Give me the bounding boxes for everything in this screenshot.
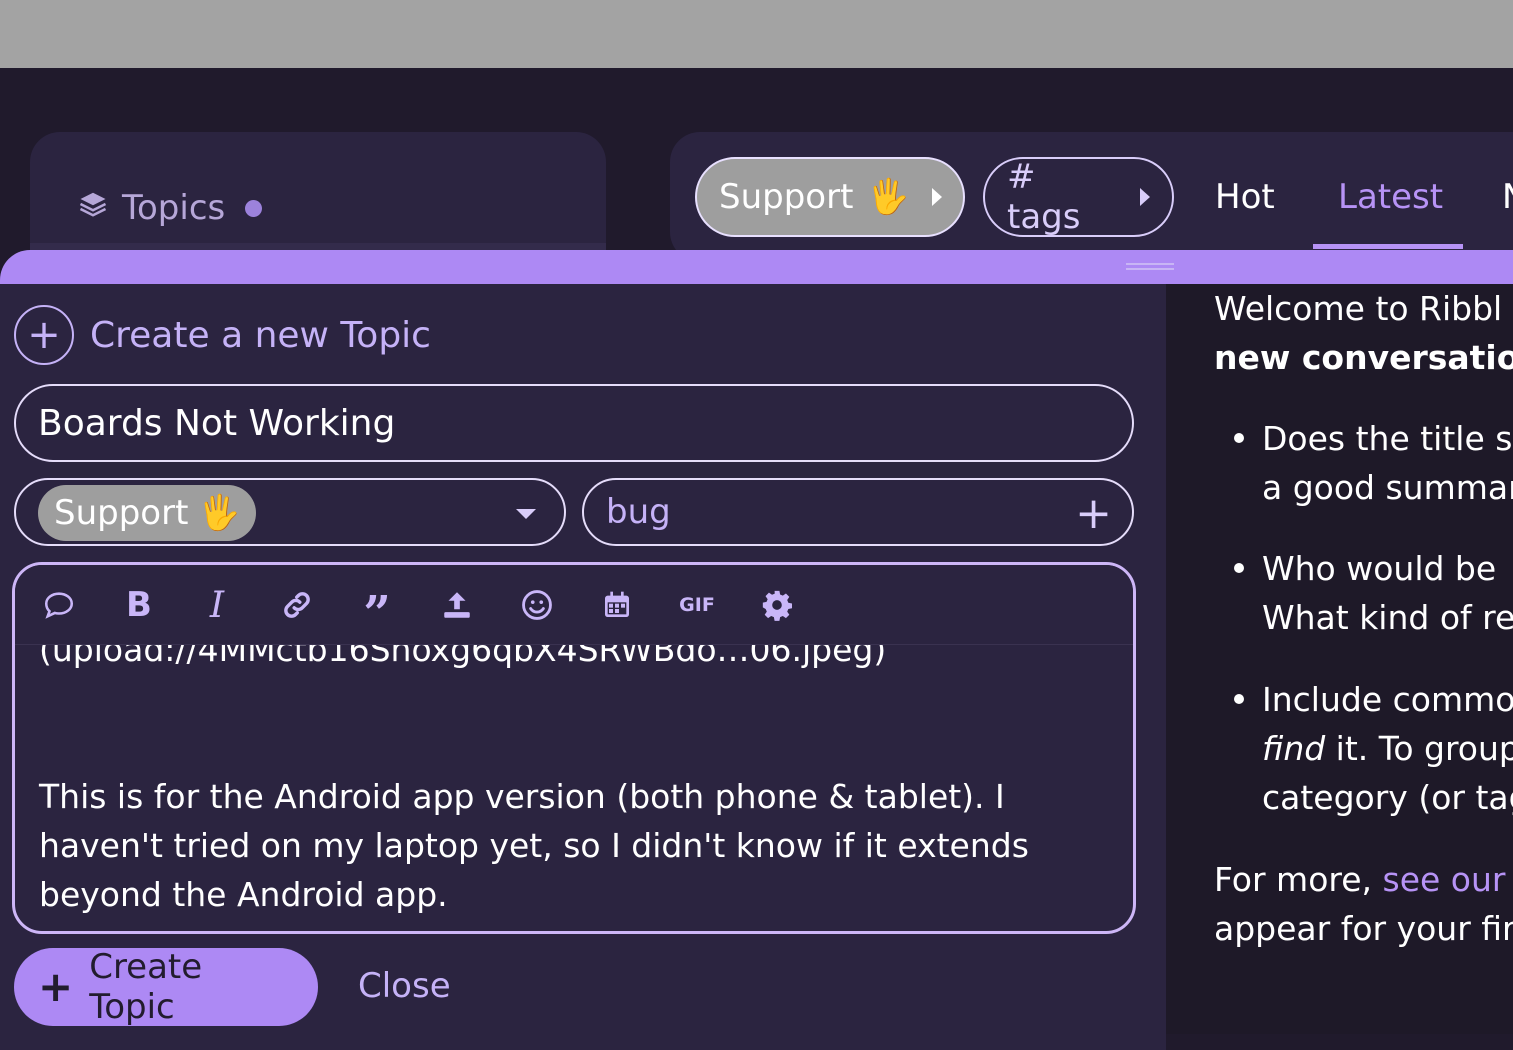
composer-heading-label: Create a new Topic: [90, 314, 431, 356]
gif-icon[interactable]: GIF: [677, 585, 717, 625]
tips-more-line2: appear for your fir: [1214, 909, 1513, 948]
editor-line: haven't tried on my laptop yet, so I did…: [39, 826, 1029, 865]
tip-line: find it. To group: [1262, 724, 1513, 773]
quote-reply-icon[interactable]: [39, 585, 79, 625]
editor-textarea[interactable]: (upload://4MMctb16Shoxg6qbX4SRWBdo…06.jp…: [39, 625, 1099, 919]
active-tab-indicator: [1313, 244, 1463, 249]
plus-icon: +: [38, 962, 74, 1011]
link-icon[interactable]: [277, 585, 317, 625]
tip-line: What kind of re: [1262, 598, 1513, 637]
tip-line: a good summar: [1262, 468, 1513, 507]
add-tag-icon[interactable]: +: [1075, 488, 1112, 539]
bullet: [1234, 563, 1244, 573]
raised-hand-icon: 🖐: [198, 493, 241, 533]
bullet: [1234, 433, 1244, 443]
category-filter-label: Support: [719, 177, 854, 217]
tag-value: bug: [606, 492, 671, 532]
topic-title-input[interactable]: [14, 384, 1134, 462]
tips-intro-bold: new conversation: [1214, 338, 1513, 377]
selected-category-label: Support: [54, 493, 189, 533]
sidebar-topics-label: Topics: [122, 188, 226, 228]
grip-line: [1126, 268, 1174, 270]
category-filter-pill[interactable]: Support 🖐: [695, 157, 965, 237]
tab-latest[interactable]: Latest: [1338, 172, 1443, 222]
tab-hot[interactable]: Hot: [1215, 172, 1275, 222]
blockquote-icon[interactable]: ”: [357, 585, 397, 642]
raised-hand-icon: 🖐: [867, 177, 910, 217]
tips-more: For more, see our: [1214, 855, 1505, 904]
tip-line: category (or tag: [1262, 778, 1513, 817]
composer-tips-panel: Welcome to Ribbl new conversation Does t…: [1166, 284, 1513, 1034]
italic-icon[interactable]: I: [197, 585, 237, 626]
chevron-down-icon: [516, 509, 536, 519]
calendar-icon[interactable]: [597, 585, 637, 625]
guidelines-link[interactable]: see our: [1383, 860, 1506, 899]
composer-resize-bar[interactable]: [0, 250, 1513, 286]
layers-icon: [78, 188, 108, 228]
editor-line: This is for the Android app version (bot…: [39, 777, 1005, 816]
upload-icon[interactable]: [437, 585, 477, 625]
tab-new[interactable]: N: [1502, 172, 1513, 222]
tags-filter-pill[interactable]: # tags: [983, 157, 1174, 237]
tips-more-prefix: For more,: [1214, 860, 1383, 899]
sidebar-item-topics[interactable]: Topics: [78, 186, 263, 230]
caret-right-icon: [1140, 188, 1150, 206]
emoji-icon[interactable]: [517, 585, 557, 625]
editor-toolbar: B I ” GIF: [15, 565, 1133, 645]
tags-filter-label: # tags: [1007, 157, 1081, 237]
grip-line: [1126, 263, 1174, 265]
plus-circle-icon: +: [14, 305, 74, 365]
tips-intro: Welcome to Ribbl: [1214, 289, 1503, 328]
tip-emphasis: find: [1262, 729, 1326, 768]
category-select[interactable]: Support 🖐: [14, 478, 566, 546]
unread-dot: [245, 199, 263, 217]
create-topic-button[interactable]: + Create Topic: [14, 947, 318, 1027]
composer-heading: + Create a new Topic: [14, 305, 431, 365]
caret-right-icon: [931, 188, 942, 206]
tip-line: Does the title s: [1262, 419, 1513, 458]
tip-line: Include commo: [1262, 680, 1513, 719]
bullet: [1234, 694, 1244, 704]
selected-category-chip: Support 🖐: [38, 485, 256, 541]
tag-chooser[interactable]: bug +: [582, 478, 1134, 546]
editor-blank-lines: [39, 674, 1099, 772]
bold-icon[interactable]: B: [119, 585, 159, 625]
tip-line-rest: it. To group: [1325, 729, 1513, 768]
post-editor[interactable]: B I ” GIF (upload://4MMctb16Shoxg6qbX4SR…: [12, 562, 1136, 934]
browser-chrome: [0, 0, 1513, 68]
close-button[interactable]: Close: [358, 966, 451, 1006]
tip-line: Who would be: [1262, 549, 1497, 588]
editor-line: beyond the Android app.: [39, 875, 448, 914]
create-topic-label: Create Topic: [89, 947, 203, 1027]
gear-icon[interactable]: [757, 585, 797, 625]
